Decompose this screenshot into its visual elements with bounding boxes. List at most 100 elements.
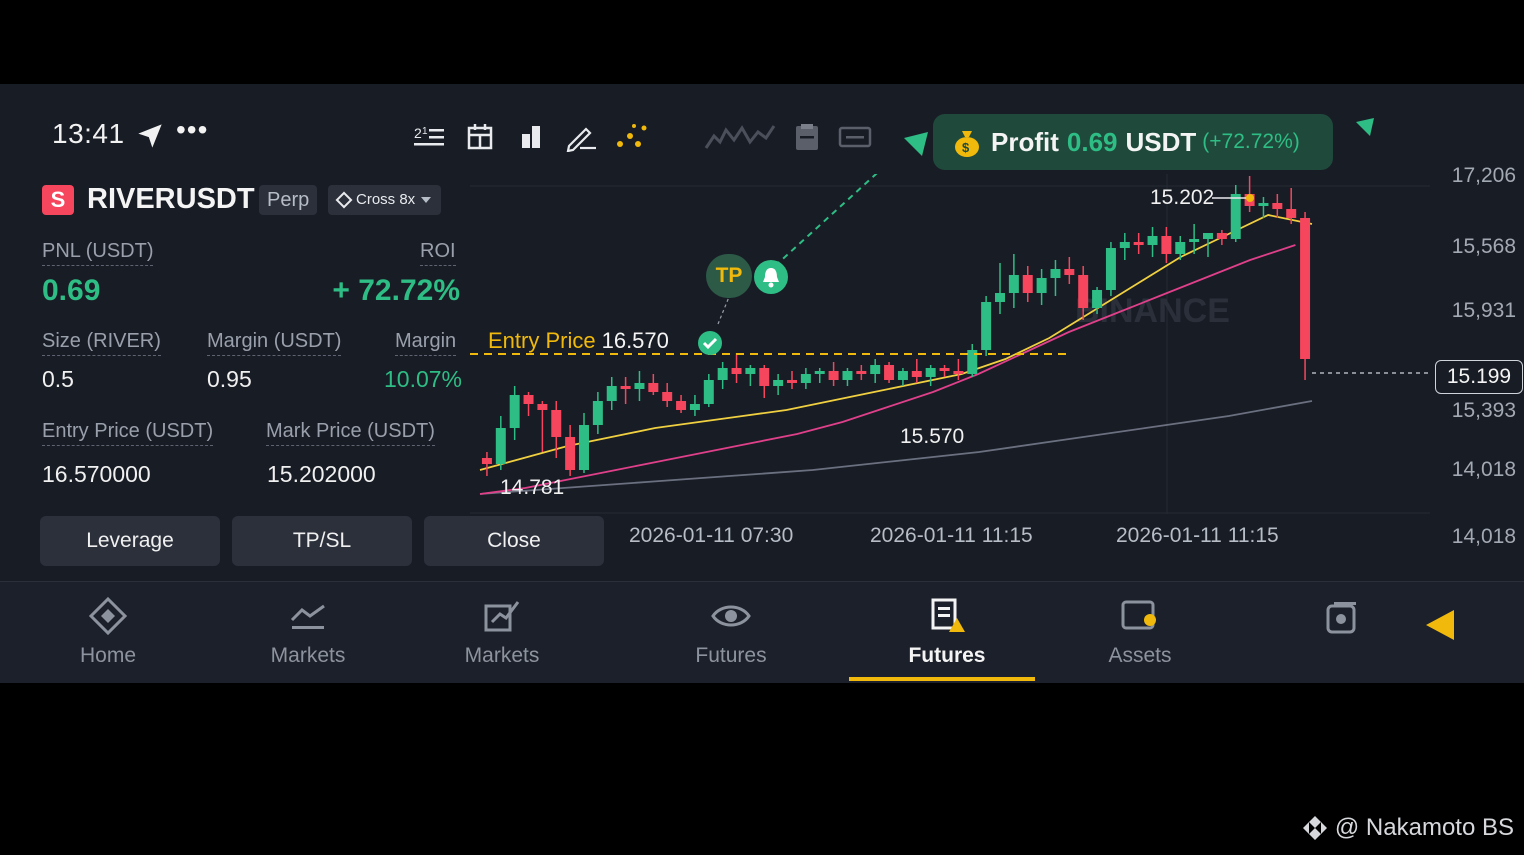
entry-price-value: 16.570000	[42, 461, 151, 487]
candle-body	[828, 371, 839, 380]
candle	[1133, 233, 1144, 254]
entry-price-tag: Entry Price 16.570	[488, 328, 669, 354]
candle	[537, 401, 548, 452]
pnl-label: PNL (USDT)	[42, 240, 154, 266]
y-tick-label: 17,206	[1451, 164, 1516, 187]
sparkline-icon[interactable]	[704, 122, 776, 154]
candle-body	[676, 401, 687, 410]
back-triangle-icon[interactable]	[1424, 608, 1458, 642]
candle	[1064, 257, 1075, 284]
indicator-list-icon[interactable]: 2 1	[412, 122, 446, 152]
candle	[842, 368, 853, 386]
margin-mode-select[interactable]: Cross 8x	[328, 185, 442, 215]
candle-body	[1161, 236, 1172, 254]
candle-body	[884, 365, 895, 380]
candle-body	[814, 371, 825, 374]
candle	[1105, 242, 1116, 296]
candle-body	[1203, 233, 1213, 239]
nav-label: Futures	[695, 644, 767, 667]
margin-ratio-label: Margin	[395, 330, 457, 356]
candle-body	[995, 293, 1005, 302]
draw-pen-icon[interactable]	[564, 122, 598, 152]
candle-body	[1105, 248, 1116, 290]
candle	[1244, 176, 1255, 212]
bell-icon[interactable]	[754, 260, 788, 294]
candle	[606, 377, 617, 410]
svg-text:$: $	[962, 140, 970, 155]
candle-body	[551, 410, 562, 437]
candle	[523, 392, 534, 416]
candle	[1022, 266, 1033, 302]
symbol-name[interactable]: RIVERUSDT	[87, 183, 255, 216]
dots-pattern-icon[interactable]	[614, 122, 648, 152]
nav-assets[interactable]: Assets	[1060, 582, 1220, 683]
calendar-icon[interactable]	[464, 122, 498, 152]
profit-banner: $ Profit 0.69 USDT (+72.72%)	[933, 114, 1333, 170]
candle-body	[620, 386, 631, 389]
profit-label: Profit	[991, 126, 1059, 157]
candle	[495, 416, 506, 470]
candle-body	[1022, 275, 1033, 293]
profit-arrow-line	[774, 174, 878, 267]
candle	[662, 383, 673, 407]
close-button[interactable]: Close	[424, 516, 604, 566]
candle	[1036, 269, 1047, 305]
more-dots-icon[interactable]: •••	[176, 114, 208, 146]
candle-body	[1175, 242, 1186, 254]
candle-body	[1133, 242, 1144, 245]
candle	[648, 374, 659, 395]
money-bag-icon: $	[955, 131, 979, 157]
svg-text:1: 1	[422, 126, 428, 137]
candle-body	[1092, 290, 1103, 308]
display-icon[interactable]	[838, 122, 872, 152]
tpsl-button[interactable]: TP/SL	[232, 516, 412, 566]
candle-body	[592, 401, 603, 425]
status-time: 13:41	[52, 118, 125, 149]
candle	[884, 362, 895, 383]
markets-icon	[290, 604, 325, 629]
candle	[1230, 185, 1241, 242]
candle	[1008, 254, 1019, 308]
candle	[870, 359, 881, 383]
candle	[565, 425, 576, 476]
candle	[911, 359, 922, 383]
profit-value: 0.69	[1066, 126, 1118, 157]
y-tick-label: 15,568	[1451, 235, 1516, 258]
candle-body	[1050, 269, 1061, 278]
candle	[634, 371, 645, 401]
screenshot-icon[interactable]	[1322, 598, 1362, 638]
candle	[897, 368, 908, 386]
caret-down-icon	[421, 197, 432, 203]
candle-body	[759, 368, 770, 386]
nav-markets[interactable]: Markets	[228, 582, 388, 683]
y-tick-label: 14,018	[1451, 458, 1516, 481]
profit-unit: USDT	[1125, 126, 1197, 157]
candle	[481, 452, 492, 476]
x-tick-label: 2026-01-11 11:15	[1116, 524, 1279, 547]
binance-logo-icon	[1302, 816, 1327, 840]
bottom-nav: Home Markets Markets Futures Futures Ass…	[0, 581, 1524, 683]
candle-body	[953, 371, 964, 374]
candle-body	[1064, 269, 1075, 275]
candle	[620, 377, 631, 404]
candle	[509, 386, 520, 440]
bar-chart-icon[interactable]	[514, 122, 548, 152]
active-nav-underline	[849, 677, 1035, 681]
size-value: 0.5	[42, 366, 74, 392]
home-diamond-icon	[88, 596, 128, 636]
clipboard-icon[interactable]	[790, 122, 824, 152]
pnl-value: 0.69	[42, 274, 101, 307]
candle-body	[606, 386, 617, 401]
nav-markets-trend[interactable]: Markets	[422, 582, 582, 683]
margin-mode-label: Cross 8x	[356, 191, 416, 208]
y-tick-label: 14,018	[1451, 525, 1516, 548]
candle	[745, 365, 756, 386]
nav-futures[interactable]: Futures	[867, 582, 1027, 683]
nav-futures-eye[interactable]: Futures	[651, 582, 811, 683]
candle-body	[689, 404, 700, 410]
candle	[1050, 260, 1061, 296]
tp-badge[interactable]: TP	[706, 254, 752, 298]
candle-body	[509, 395, 520, 428]
nav-home[interactable]: Home	[28, 582, 188, 683]
leverage-button[interactable]: Leverage	[40, 516, 220, 566]
